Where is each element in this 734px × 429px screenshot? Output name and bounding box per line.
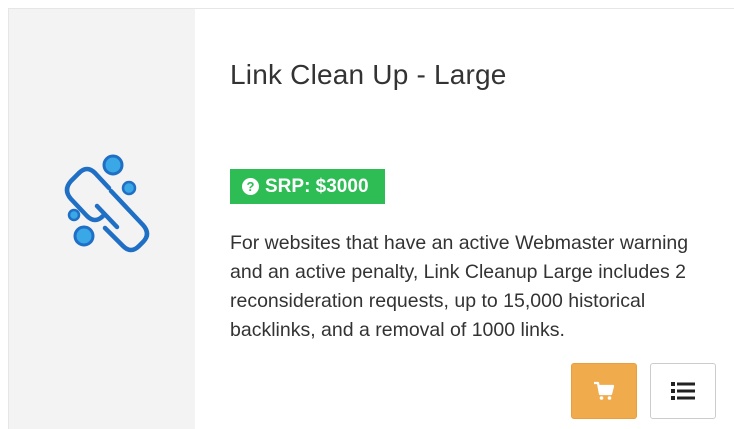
list-icon — [671, 382, 695, 400]
details-list-button[interactable] — [650, 363, 716, 419]
product-content: Link Clean Up - Large ? SRP: $3000 For w… — [230, 9, 734, 429]
srp-badge[interactable]: ? SRP: $3000 — [230, 169, 385, 204]
broken-chain-link-icon — [64, 154, 150, 253]
product-title: Link Clean Up - Large — [230, 59, 507, 90]
srp-label: SRP: $3000 — [265, 175, 369, 197]
shopping-cart-icon — [594, 381, 615, 400]
product-icon-panel — [9, 9, 195, 429]
product-card: Link Clean Up - Large ? SRP: $3000 For w… — [8, 8, 734, 429]
question-circle-icon[interactable]: ? — [242, 178, 259, 195]
blank-area — [230, 119, 410, 155]
product-description: For websites that have an active Webmast… — [230, 232, 689, 341]
add-to-cart-button[interactable] — [571, 363, 637, 419]
